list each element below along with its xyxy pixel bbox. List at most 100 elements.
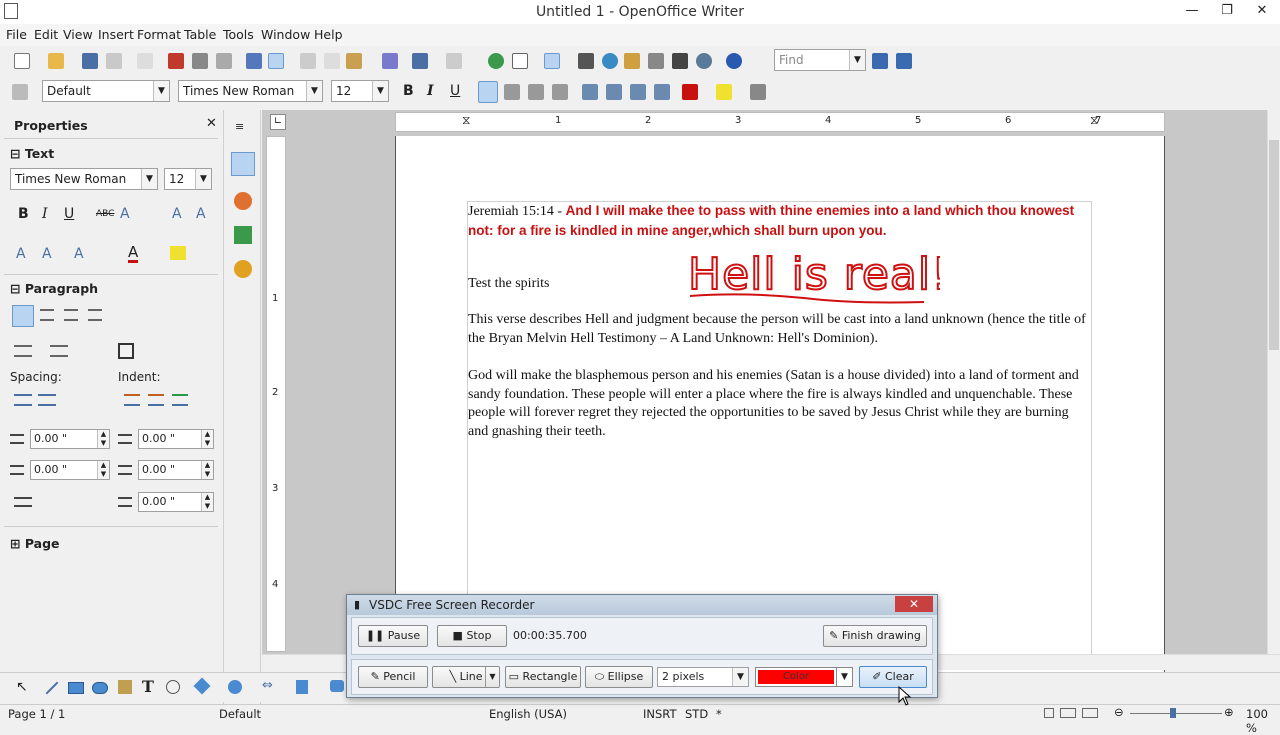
color-select[interactable]: Color ▼ [755, 667, 853, 687]
sidebar-align-left-button[interactable] [12, 305, 34, 327]
menu-insert[interactable]: Insert [98, 27, 134, 42]
pause-button[interactable]: ❚❚ Pause [358, 625, 428, 647]
ellipse-button[interactable]: ⬭ Ellipse [585, 666, 653, 688]
language-status[interactable]: English (USA) [489, 707, 567, 721]
styles-deck-icon[interactable] [234, 192, 252, 210]
align-left-button[interactable] [478, 81, 498, 103]
spin-arrows-icon[interactable]: ▲ ▼ [97, 461, 109, 479]
chevron-down-icon[interactable]: ▼ [372, 81, 388, 101]
close-window-button[interactable]: ✕ [1246, 0, 1278, 22]
save-icon[interactable] [82, 53, 98, 69]
autospellcheck-icon[interactable] [268, 53, 284, 69]
spin-arrows-icon[interactable]: ▲ ▼ [201, 493, 213, 511]
spin-arrows-icon[interactable]: ▲ ▼ [201, 430, 213, 448]
line-button[interactable]: ╲ Line ▼ [432, 666, 500, 688]
navigator-icon[interactable] [602, 53, 618, 69]
sidebar-underline-button[interactable]: U [64, 206, 74, 222]
ellipse-tool-icon[interactable] [92, 682, 108, 694]
gallery-deck-icon[interactable] [234, 226, 252, 244]
menu-view[interactable]: View [63, 27, 93, 42]
sidebar-size-select[interactable]: 12 ▼ [164, 168, 212, 190]
redo-icon[interactable] [446, 53, 462, 69]
strikethrough-button[interactable]: ABC [96, 209, 114, 219]
align-right-button[interactable] [528, 84, 544, 100]
menu-edit[interactable]: Edit [34, 27, 58, 42]
table-icon[interactable] [512, 53, 528, 69]
menu-table[interactable]: Table [184, 27, 216, 42]
navigator-deck-icon[interactable] [234, 260, 252, 278]
spacing-icon[interactable]: A [74, 246, 84, 262]
sidebar-close-button[interactable]: ✕ [206, 116, 217, 131]
first-line-indent-input[interactable]: 0.00 " ▲ ▼ [138, 492, 214, 512]
bold-button[interactable]: B [403, 83, 414, 99]
datasources-icon[interactable] [648, 53, 664, 69]
sidebar-bullets-button[interactable] [14, 345, 32, 357]
chevron-down-icon[interactable]: ▼ [836, 668, 852, 686]
sidebar-align-center-button[interactable] [40, 309, 54, 321]
insert-mode-status[interactable]: INSRT [643, 707, 676, 721]
basic-shapes-icon[interactable] [193, 677, 211, 695]
zoom-percent[interactable]: 100 % [1246, 707, 1280, 735]
clear-button[interactable]: ✐ Clear [859, 666, 927, 688]
print-preview-icon[interactable] [216, 53, 232, 69]
select-icon[interactable]: ↖ [16, 679, 28, 695]
show-draw-icon[interactable] [544, 53, 560, 69]
font-size-select[interactable]: 12 ▼ [331, 80, 389, 102]
block-arrows-icon[interactable]: ⇔ [262, 678, 273, 693]
thickness-select[interactable]: 2 pixels ▼ [657, 667, 749, 687]
above-spacing-input[interactable]: 0.00 " ▲ ▼ [30, 429, 110, 449]
spin-arrows-icon[interactable]: ▲ ▼ [201, 461, 213, 479]
zoom-slider-thumb[interactable] [1170, 708, 1176, 718]
export-pdf-icon[interactable] [168, 53, 184, 69]
zoom-in-icon[interactable]: ⊕ [1224, 705, 1234, 719]
decrease-indent-button[interactable] [148, 394, 164, 406]
decrease-spacing-button[interactable] [38, 394, 56, 406]
find-prev-icon[interactable] [896, 53, 912, 69]
chevron-down-icon[interactable]: ▼ [141, 169, 157, 189]
paragraph-verse[interactable]: Jeremiah 15:14 - And I will make thee to… [468, 202, 1092, 241]
pencil-button[interactable]: ✎ Pencil [358, 666, 428, 688]
chevron-down-icon[interactable]: ▼ [195, 169, 211, 189]
paragraph-description[interactable]: This verse describes Hell and judgment b… [468, 311, 1092, 348]
page-section-header[interactable]: ⊞ Page [10, 536, 60, 551]
case-icon[interactable]: A [42, 246, 52, 262]
undo-icon[interactable] [412, 53, 428, 69]
email-icon[interactable] [106, 53, 122, 69]
edit-file-icon[interactable] [137, 53, 153, 69]
font-color-icon[interactable] [682, 84, 698, 100]
underline-button[interactable]: U [450, 83, 460, 99]
gallery-icon[interactable] [624, 53, 640, 69]
chevron-down-icon[interactable]: ▼ [306, 81, 322, 101]
scroll-thumb[interactable] [1269, 140, 1279, 350]
line-tool-icon[interactable] [45, 681, 59, 695]
chevron-down-icon[interactable]: ▼ [485, 667, 499, 687]
sidebar-font-select[interactable]: Times New Roman ▼ [10, 168, 158, 190]
print-icon[interactable] [192, 53, 208, 69]
multi-page-view-icon[interactable] [1060, 708, 1076, 718]
decrease-indent-icon[interactable] [630, 84, 646, 100]
maximize-button[interactable]: ❐ [1211, 0, 1243, 22]
recorder-close-button[interactable]: ✕ [895, 596, 933, 612]
stop-button[interactable]: ■ Stop [437, 625, 507, 647]
selection-mode-status[interactable]: STD [685, 707, 708, 721]
paragraph-bg-button[interactable] [118, 343, 134, 359]
style-status[interactable]: Default [219, 707, 261, 721]
find-next-icon[interactable] [872, 53, 888, 69]
rectangle-button[interactable]: ▭ Rectangle [505, 666, 581, 688]
properties-deck-icon[interactable] [231, 152, 255, 176]
paragraph-judgment[interactable]: God will make the blasphemous person and… [468, 367, 1092, 441]
chevron-down-icon[interactable]: ▼ [153, 81, 169, 101]
align-center-button[interactable] [504, 84, 520, 100]
justify-button[interactable] [552, 84, 568, 100]
copy-icon[interactable] [324, 53, 340, 69]
menu-tools[interactable]: Tools [223, 27, 254, 42]
bullets-icon[interactable] [606, 84, 622, 100]
vertical-scrollbar[interactable] [1267, 110, 1280, 654]
line-spacing-button[interactable] [14, 497, 32, 507]
increase-indent-button[interactable] [124, 394, 140, 406]
callout-icon[interactable] [166, 680, 180, 694]
highlight-icon[interactable] [716, 84, 732, 100]
book-view-icon[interactable] [1082, 708, 1098, 718]
new-doc-icon[interactable] [14, 53, 30, 69]
paragraph-test[interactable]: Test the spirits [468, 275, 549, 294]
